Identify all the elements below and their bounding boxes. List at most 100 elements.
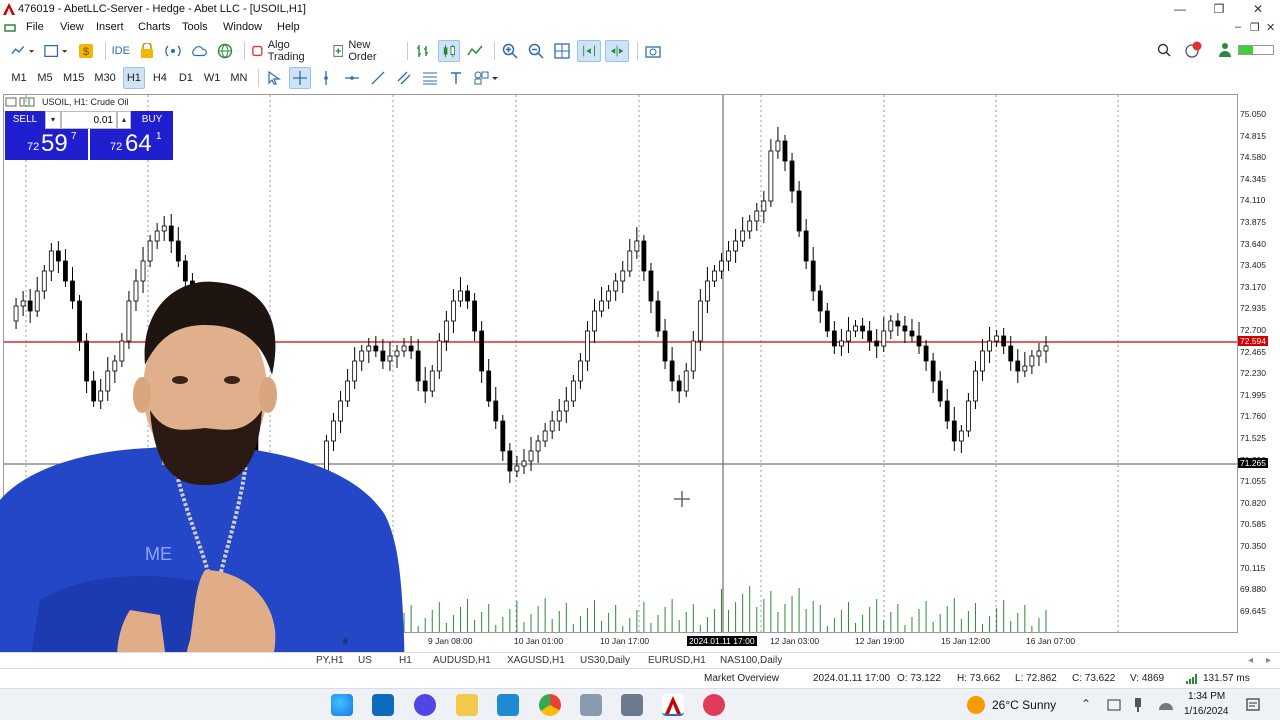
search-icon[interactable] <box>1157 43 1171 57</box>
metatrader-taskbar-icon[interactable] <box>662 694 684 716</box>
bar-chart-icon[interactable] <box>412 40 434 62</box>
mdi-minimize-button[interactable]: – <box>1235 21 1241 33</box>
tab-audusd[interactable]: AUDUSD,H1 <box>433 655 491 666</box>
signal-icon[interactable] <box>162 40 184 62</box>
tabs-scroll-left-icon[interactable]: ◂ <box>1248 655 1253 666</box>
edge-browser-icon[interactable] <box>331 694 353 716</box>
screenshot-camera-icon[interactable] <box>642 40 664 62</box>
candle-body <box>712 270 717 282</box>
tab-eurusd[interactable]: EURUSD,H1 <box>648 655 706 666</box>
tab-xagusd[interactable]: XAGUSD,H1 <box>507 655 565 666</box>
cursor-icon[interactable] <box>263 67 285 89</box>
buy-price-box[interactable]: 72 64 1 <box>90 129 173 160</box>
timeframe-m5[interactable]: M5 <box>34 67 56 89</box>
clock-time[interactable]: 1:34 PM <box>1188 691 1225 702</box>
cloud-icon[interactable] <box>188 40 210 62</box>
market-globe-icon[interactable] <box>214 40 236 62</box>
trendline-icon[interactable] <box>367 67 389 89</box>
vertical-line-icon[interactable] <box>315 67 337 89</box>
menu-tools[interactable]: Tools <box>182 21 208 33</box>
menu-insert[interactable]: Insert <box>96 21 124 33</box>
notification-center-icon[interactable] <box>1246 698 1260 712</box>
store-icon[interactable] <box>372 694 394 716</box>
candle-body <box>486 370 492 402</box>
copilot-icon[interactable] <box>414 694 436 716</box>
menu-help[interactable]: Help <box>277 21 300 33</box>
file-explorer-icon[interactable] <box>456 694 478 716</box>
maximize-button[interactable]: ❐ <box>1199 1 1239 18</box>
tab-nas100[interactable]: NAS100,Daily <box>720 655 782 666</box>
tab-us30[interactable]: US30,Daily <box>580 655 630 666</box>
candlestick-chart-icon[interactable] <box>437 39 460 62</box>
minimize-button[interactable]: — <box>1160 1 1200 18</box>
app-icon-3[interactable] <box>703 694 725 716</box>
zoom-out-icon[interactable] <box>525 40 547 62</box>
tabs-scroll-right-icon[interactable]: ▸ <box>1266 655 1271 666</box>
timeframe-w1[interactable]: W1 <box>201 67 224 89</box>
candle-body <box>415 350 421 382</box>
text-tool-icon[interactable] <box>445 67 467 89</box>
lot-decrease-icon[interactable]: ▾ <box>45 111 61 129</box>
tray-app-icon[interactable] <box>1107 698 1121 712</box>
close-button[interactable]: ✕ <box>1238 1 1278 18</box>
chart-shift-icon[interactable] <box>604 39 630 62</box>
timeframe-h4[interactable]: H4 <box>149 67 171 89</box>
horizontal-line-icon[interactable] <box>341 67 363 89</box>
sell-button[interactable]: SELL <box>5 111 45 129</box>
zoom-in-icon[interactable] <box>499 40 521 62</box>
auto-scroll-icon[interactable] <box>576 39 601 62</box>
lot-increase-icon[interactable]: ▴ <box>117 111 131 129</box>
algo-trading-button[interactable]: Algo Trading <box>249 39 326 63</box>
weather-text[interactable]: 26°C Sunny <box>992 698 1056 712</box>
menu-charts[interactable]: Charts <box>138 21 170 33</box>
price-axis-label: 69.645 <box>1240 605 1266 616</box>
timeframe-mn[interactable]: MN <box>227 67 250 89</box>
line-chart-icon[interactable] <box>464 40 486 62</box>
mdi-restore-button[interactable]: ❐ <box>1250 21 1260 34</box>
account-icon[interactable] <box>1218 42 1232 58</box>
candle-body <box>754 210 760 222</box>
lot-size-input[interactable] <box>61 111 117 129</box>
tray-usb-icon[interactable] <box>1133 697 1143 713</box>
app-menu-icon[interactable] <box>4 22 16 34</box>
tray-network-icon[interactable] <box>1157 698 1175 712</box>
menu-file[interactable]: File <box>26 21 44 33</box>
menu-window[interactable]: Window <box>223 21 262 33</box>
tab-us[interactable]: US <box>358 655 372 666</box>
sell-price-box[interactable]: 72 59 7 <box>5 129 88 160</box>
profiles-icon[interactable] <box>41 40 70 62</box>
timeframe-m15[interactable]: M15 <box>60 67 87 89</box>
tray-overflow-icon[interactable]: ⌃ <box>1081 697 1091 711</box>
new-order-button[interactable]: New Order <box>330 39 399 63</box>
menu-view[interactable]: View <box>60 21 84 33</box>
candle-body <box>465 290 470 302</box>
candle-body <box>937 380 943 402</box>
mail-icon[interactable] <box>497 694 519 716</box>
buy-button[interactable]: BUY <box>131 111 173 129</box>
ide-button[interactable]: IDE <box>110 40 132 62</box>
timeframe-m30[interactable]: M30 <box>91 67 118 89</box>
app-icon-2[interactable] <box>621 694 643 716</box>
timeframe-m1[interactable]: M1 <box>8 67 30 89</box>
timeframe-d1[interactable]: D1 <box>175 67 197 89</box>
fibonacci-icon[interactable] <box>419 67 441 89</box>
chrome-icon[interactable] <box>539 694 561 716</box>
candle-body <box>846 330 851 342</box>
new-chart-icon[interactable] <box>8 40 37 62</box>
tab-jpy[interactable]: PY,H1 <box>316 655 344 666</box>
status-volume: V: 4869 <box>1130 673 1165 684</box>
tile-windows-icon[interactable] <box>551 40 573 62</box>
clock-date[interactable]: 1/16/2024 <box>1184 706 1229 717</box>
crosshair-icon[interactable] <box>289 66 312 89</box>
mdi-close-button[interactable]: ✕ <box>1266 21 1275 34</box>
lock-icon[interactable] <box>136 40 158 62</box>
app-icon-1[interactable] <box>580 694 602 716</box>
channel-icon[interactable] <box>393 67 415 89</box>
tab-h1[interactable]: H1 <box>399 655 412 666</box>
shapes-icon[interactable] <box>471 67 501 89</box>
notifications-icon[interactable] <box>1184 41 1202 59</box>
market-overview-label[interactable]: Market Overview <box>704 673 779 684</box>
price-axis[interactable]: 75.050 74.815 74.580 74.345 74.110 73.875 73.6… <box>1238 94 1280 633</box>
dollar-icon[interactable]: $ <box>75 40 97 62</box>
timeframe-h1[interactable]: H1 <box>122 66 145 89</box>
